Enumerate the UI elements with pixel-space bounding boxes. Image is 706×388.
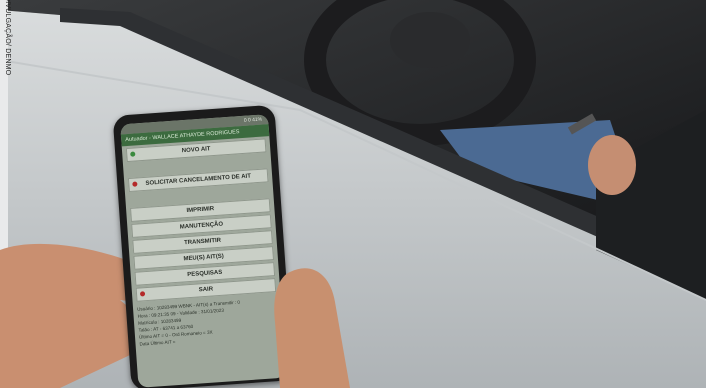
photo-scene: DIVULGAÇÃO/ DENMO 0 0 41% Autuador - WAL…	[0, 0, 706, 388]
right-thumb	[274, 268, 350, 388]
exit-icon	[139, 291, 146, 297]
stop-icon	[132, 181, 138, 187]
photo-credit: DIVULGAÇÃO/ DENMO	[4, 0, 11, 76]
phone-screen: 0 0 41% Autuador - WALLACE ATHAYDE RODRI…	[120, 114, 287, 388]
plus-icon	[130, 151, 136, 157]
user-info: Usuário : 10283499 WBNK - AIT(s) a Trans…	[137, 296, 280, 348]
main-menu: NOVO AIT SOLICITAR CANCELAMENTO DE AIT I…	[125, 138, 277, 303]
smartphone: 0 0 41% Autuador - WALLACE ATHAYDE RODRI…	[112, 104, 294, 388]
